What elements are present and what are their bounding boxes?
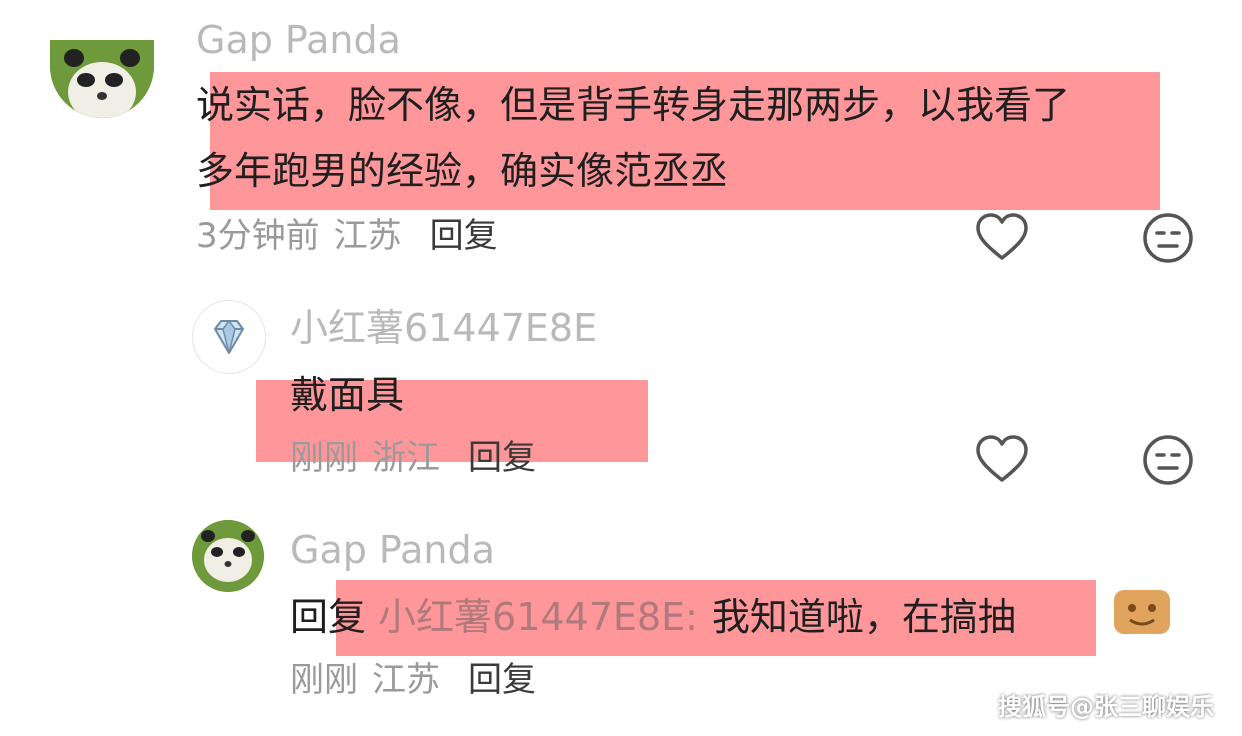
avatar-gap-panda[interactable] (192, 520, 264, 592)
like-button[interactable] (974, 210, 1030, 266)
comment-time: 3分钟前 (196, 216, 320, 256)
comment-text-line-1: 说实话，脸不像，但是背手转身走那两步，以我看了 (196, 83, 1071, 127)
reply-button[interactable]: 回复 (430, 216, 498, 256)
panda-avatar-image (192, 520, 264, 592)
reply-button[interactable]: 回复 (468, 438, 536, 478)
comment-location: 江苏 (372, 660, 440, 700)
comment-meta: 刚刚 浙江 回复 (290, 438, 536, 478)
dislike-button[interactable] (1140, 432, 1196, 488)
comment-username[interactable]: Gap Panda (196, 20, 401, 60)
watermark: 搜狐号@张三聊娱乐 (998, 693, 1214, 721)
avatar-xiaohongshu-user[interactable] (192, 300, 266, 374)
avatar-gap-panda[interactable] (50, 40, 154, 118)
comment-text: 戴面具 (290, 373, 405, 417)
heart-outline-icon (976, 435, 1028, 482)
comment-username[interactable]: Gap Panda (290, 530, 495, 570)
emoji-sticker (1112, 586, 1172, 638)
comment-meta: 3分钟前 江苏 回复 (196, 216, 498, 256)
panda-avatar-image (50, 40, 154, 118)
emoji-face-icon (1114, 590, 1170, 634)
heart-outline-icon (976, 213, 1028, 260)
like-button[interactable] (974, 432, 1030, 488)
comment-time: 刚刚 (290, 438, 358, 478)
dislike-button[interactable] (1140, 210, 1196, 266)
comment-reply-text: 回复 小红薯61447E8E: 我知道啦，在搞抽 (290, 594, 1016, 640)
comment-meta: 刚刚 江苏 回复 (290, 660, 536, 700)
diamond-icon (214, 319, 244, 354)
comment-text: 我知道啦，在搞抽 (711, 595, 1016, 639)
comment-text-line-2: 多年跑男的经验，确实像范丞丞 (196, 149, 729, 193)
comment-location: 浙江 (372, 438, 440, 478)
reply-prefix: 回复 (290, 595, 367, 639)
reply-target-username[interactable]: 小红薯61447E8E (378, 595, 685, 639)
comment-username[interactable]: 小红薯61447E8E (290, 308, 597, 348)
reply-separator: : (685, 595, 698, 639)
comment-time: 刚刚 (290, 660, 358, 700)
neutral-face-icon (1143, 435, 1193, 485)
comment-location: 江苏 (333, 216, 402, 256)
neutral-face-icon (1143, 213, 1193, 263)
reply-button[interactable]: 回复 (468, 660, 536, 700)
